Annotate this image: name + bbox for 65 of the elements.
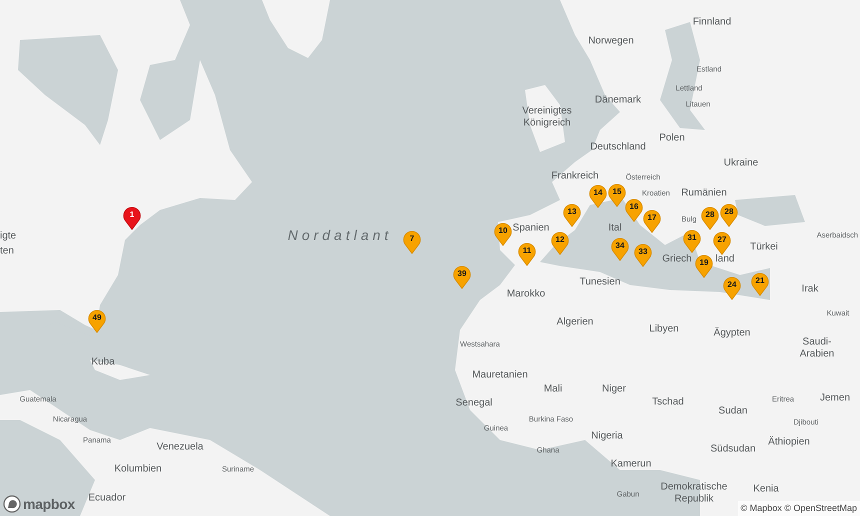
country-label: Libyen <box>649 323 679 335</box>
country-label: Türkei <box>750 241 778 253</box>
map-pin[interactable]: 15 <box>608 183 626 207</box>
country-label: Nigeria <box>591 430 623 442</box>
country-label: Spanien <box>512 222 550 234</box>
country-label: Demokratische Republik <box>660 482 728 504</box>
country-label: Finnland <box>692 16 732 28</box>
country-label: Ecuador <box>88 492 126 504</box>
country-label: Tschad <box>652 396 684 408</box>
country-label: Algerien <box>556 316 594 328</box>
country-label: ten <box>0 245 14 257</box>
map-pin[interactable]: 33 <box>634 243 652 267</box>
map-pin[interactable]: 13 <box>563 203 581 227</box>
country-label: Mali <box>544 383 562 395</box>
map-pin[interactable]: 17 <box>643 209 661 233</box>
country-label: Rumänien <box>681 187 727 199</box>
map-pin[interactable]: 24 <box>723 276 741 300</box>
country-label: Frankreich <box>551 170 599 182</box>
country-label: Dänemark <box>594 94 642 106</box>
country-label: Venezuela <box>156 441 204 453</box>
map-pin[interactable]: 28 <box>720 203 738 227</box>
country-label: igte <box>0 230 16 242</box>
map-pin[interactable]: 11 <box>518 242 536 266</box>
country-label: Ukraine <box>724 157 758 169</box>
map-pin[interactable]: 14 <box>589 184 607 208</box>
map-pin[interactable]: 12 <box>551 231 569 255</box>
country-label: Sudan <box>718 405 748 417</box>
country-label: Kamerun <box>610 458 652 470</box>
country-label: Marokko <box>506 288 546 300</box>
country-label: Norwegen <box>588 35 634 47</box>
attribution-link[interactable]: © Mapbox © OpenStreetMap <box>738 500 860 516</box>
country-label: Kolumbien <box>114 463 162 475</box>
map-pin[interactable]: 16 <box>625 198 643 222</box>
country-label: Tunesien <box>580 276 620 288</box>
map-pin[interactable]: 34 <box>611 237 629 261</box>
mapbox-logo-icon <box>3 495 21 513</box>
ocean-label: Nordatlant <box>288 226 392 244</box>
country-label: Ägypten <box>714 327 750 339</box>
country-label: Ital <box>608 222 622 234</box>
map-pin[interactable]: 49 <box>88 309 106 333</box>
country-label: Vereinigtes Königreich <box>521 106 573 128</box>
country-label: Griech <box>662 253 692 265</box>
country-label: Äthiopien <box>768 436 810 448</box>
map-pin[interactable]: 10 <box>494 222 512 246</box>
logo-text: mapbox <box>23 497 75 511</box>
country-label: Polen <box>659 132 685 144</box>
map-pin[interactable]: 21 <box>751 272 769 296</box>
country-label: Südsudan <box>710 443 756 455</box>
country-label: Mauretanien <box>472 369 528 381</box>
map-pin[interactable]: 39 <box>453 265 471 289</box>
country-label: Jemen <box>820 392 850 404</box>
map-pin[interactable]: 19 <box>695 254 713 278</box>
country-label: Irak <box>802 283 818 295</box>
map-pin[interactable]: 28 <box>701 206 719 230</box>
country-label: Deutschland <box>590 141 646 153</box>
map-pin[interactable]: 7 <box>403 230 421 254</box>
country-label: Kenia <box>753 483 779 495</box>
map-pin[interactable]: 1 <box>123 206 141 230</box>
country-label: Niger <box>602 383 626 395</box>
map-pin[interactable]: 31 <box>683 229 701 253</box>
country-label: land <box>716 253 734 265</box>
country-label: Kuba <box>91 356 115 368</box>
map-pin[interactable]: 27 <box>713 231 731 255</box>
country-label: Saudi-Arabien <box>798 336 836 360</box>
country-label: Senegal <box>456 397 492 409</box>
